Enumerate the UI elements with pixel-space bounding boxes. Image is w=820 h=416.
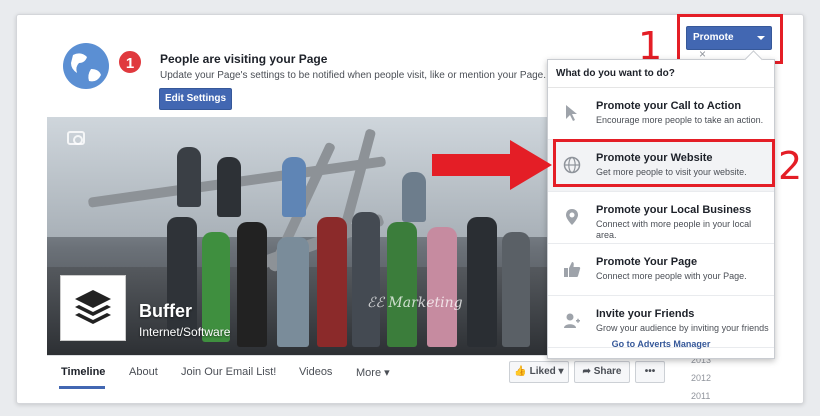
camera-icon[interactable] xyxy=(67,131,85,145)
person xyxy=(467,217,497,347)
page-category: Internet/Software xyxy=(139,325,231,339)
active-tab-indicator xyxy=(59,386,105,389)
watermark: ℰℰ Marketing xyxy=(367,295,463,311)
menu-item-subtitle: Connect with more people in your local a… xyxy=(596,219,752,240)
person xyxy=(277,237,309,347)
annotation-box-website xyxy=(553,139,775,187)
share-icon: ➦ xyxy=(582,366,591,377)
menu-item-promote-page[interactable]: Promote Your Page Connect more people wi… xyxy=(548,244,774,296)
annotation-box-promote xyxy=(677,14,783,64)
page-logo xyxy=(60,275,126,341)
menu-item-title: Invite your Friends xyxy=(596,308,695,320)
page-nav-bar: Timeline About Join Our Email List! Vide… xyxy=(47,355,687,389)
share-button[interactable]: ➦ Share xyxy=(574,361,630,383)
person xyxy=(317,217,347,347)
promote-dropdown: What do you want to do? Promote your Cal… xyxy=(547,59,775,359)
person xyxy=(402,172,426,222)
year-item[interactable]: 2011 xyxy=(691,391,710,401)
edit-settings-button[interactable]: Edit Settings xyxy=(159,88,232,110)
tab-videos[interactable]: Videos xyxy=(299,366,332,378)
menu-item-title: Promote your Call to Action xyxy=(596,100,742,112)
dropdown-header: What do you want to do? xyxy=(548,60,774,88)
notification-badge: 1 xyxy=(117,49,143,75)
liked-label: Liked ▾ xyxy=(529,366,564,377)
buffer-logo-icon xyxy=(75,290,111,324)
menu-item-title: Promote your Local Business xyxy=(596,204,752,216)
menu-item-subtitle: Connect more people with your Page. xyxy=(596,271,747,281)
person xyxy=(237,222,267,347)
person xyxy=(217,157,241,217)
tab-timeline[interactable]: Timeline xyxy=(61,366,105,378)
person xyxy=(352,212,380,347)
person xyxy=(387,222,417,347)
menu-item-title: Promote Your Page xyxy=(596,256,698,268)
menu-item-local-business[interactable]: Promote your Local Business Connect with… xyxy=(548,192,774,244)
tab-email-list[interactable]: Join Our Email List! xyxy=(181,366,276,378)
menu-item-call-to-action[interactable]: Promote your Call to Action Encourage mo… xyxy=(548,88,774,140)
thumbs-up-icon xyxy=(562,260,582,280)
notification-title: People are visiting your Page xyxy=(160,52,328,66)
annotation-number-2: 2 xyxy=(778,144,803,188)
liked-button[interactable]: 👍 Liked ▾ xyxy=(509,361,569,383)
tab-more[interactable]: More ▾ xyxy=(356,366,390,379)
person xyxy=(427,227,457,347)
menu-item-subtitle: Encourage more people to take an action. xyxy=(596,115,764,125)
more-options-button[interactable]: ••• xyxy=(635,361,665,383)
person xyxy=(177,147,201,207)
tab-about[interactable]: About xyxy=(129,366,158,378)
page-name[interactable]: Buffer xyxy=(139,301,192,322)
location-pin-icon xyxy=(562,208,582,228)
thumbs-up-icon: 👍 xyxy=(514,366,527,377)
add-person-icon xyxy=(562,312,582,332)
person xyxy=(282,157,306,217)
cursor-icon xyxy=(562,104,582,124)
annotation-arrow xyxy=(432,140,552,190)
globe-icon xyxy=(63,43,109,89)
year-item[interactable]: 2012 xyxy=(691,373,711,383)
notification-text: Update your Page's settings to be notifi… xyxy=(160,70,547,81)
person xyxy=(502,232,530,347)
share-label: Share xyxy=(593,366,622,377)
adverts-manager-link[interactable]: Go to Adverts Manager xyxy=(548,330,774,358)
